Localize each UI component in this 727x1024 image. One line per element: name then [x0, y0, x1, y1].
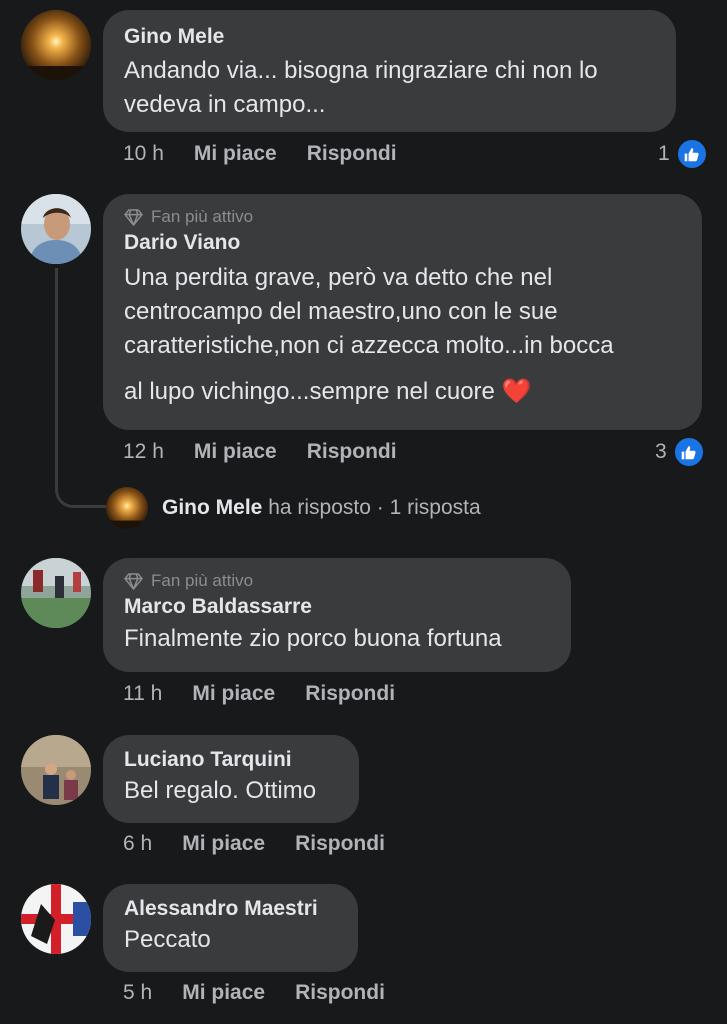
comment-bubble: Luciano Tarquini Bel regalo. Ottimo: [103, 735, 359, 823]
comment-time[interactable]: 12 h: [123, 440, 164, 464]
comment-actions: 10 h Mi piace Rispondi: [123, 139, 397, 169]
comment-bubble: Gino Mele Andando via... bisogna ringraz…: [103, 10, 676, 132]
reaction-number: 3: [655, 440, 667, 463]
reply-count: 1 risposta: [389, 496, 481, 519]
like-reaction-icon: [675, 138, 708, 170]
like-button[interactable]: Mi piace: [194, 440, 277, 464]
reaction-number: 1: [658, 142, 670, 165]
group-avatar-icon: [21, 735, 91, 805]
reply-author: Gino Mele: [162, 496, 263, 519]
badge-label: Fan più attivo: [151, 571, 254, 590]
like-button[interactable]: Mi piace: [182, 981, 265, 1005]
comment-line-text: al lupo vichingo...sempre nel cuore: [124, 378, 495, 405]
comment-line: Andando via... bisogna ringraziare chi n…: [124, 57, 598, 84]
comment-line: Bel regalo. Ottimo: [124, 777, 317, 804]
like-button[interactable]: Mi piace: [192, 682, 275, 706]
comment-actions: 5 h Mi piace Rispondi: [123, 978, 385, 1008]
diamond-icon: [124, 573, 143, 590]
comment-actions: 12 h Mi piace Rispondi: [123, 437, 397, 467]
comment-time[interactable]: 5 h: [123, 981, 152, 1005]
comment-line: vedeva in campo...: [124, 91, 326, 118]
reply-button[interactable]: Rispondi: [307, 142, 397, 166]
top-fan-badge: Fan più attivo: [124, 206, 682, 228]
comment-line: Una perdita grave, però va detto che nel: [124, 264, 553, 291]
avatar[interactable]: [21, 10, 91, 80]
reply-action: ha risposto: [268, 496, 371, 519]
reply-button[interactable]: Rispondi: [295, 981, 385, 1005]
reply-summary: Gino Mele ha risposto · 1 risposta: [162, 496, 481, 520]
commenter-name[interactable]: Marco Baldassarre: [124, 594, 551, 620]
diamond-icon: [124, 209, 143, 226]
flag-avatar-icon: [21, 884, 91, 954]
comment-text: Finalmente zio porco buona fortuna: [124, 622, 551, 656]
reply-button[interactable]: Rispondi: [307, 440, 397, 464]
avatar[interactable]: [21, 194, 91, 264]
comment-text: Bel regalo. Ottimo: [124, 774, 339, 808]
sunset-avatar-icon: [21, 10, 91, 80]
badge-label: Fan più attivo: [151, 207, 254, 226]
comment-line: Finalmente zio porco buona fortuna: [124, 625, 502, 652]
commenter-name[interactable]: Gino Mele: [124, 24, 656, 50]
like-button[interactable]: Mi piace: [182, 832, 265, 856]
heart-emoji: ❤️: [501, 378, 532, 405]
comment-time[interactable]: 10 h: [123, 142, 164, 166]
comment-line: Peccato: [124, 926, 211, 953]
top-fan-badge: Fan più attivo: [124, 570, 551, 592]
person-avatar-icon: [21, 194, 91, 264]
comment-text: Una perdita grave, però va detto che nel…: [124, 261, 682, 409]
comment-time[interactable]: 11 h: [123, 682, 162, 706]
commenter-name[interactable]: Luciano Tarquini: [124, 747, 339, 773]
reply-button[interactable]: Rispondi: [295, 832, 385, 856]
comment-bubble: Fan più attivo Marco Baldassarre Finalme…: [103, 558, 571, 672]
comment-line: al lupo vichingo...sempre nel cuore ❤️: [124, 375, 682, 409]
soccer-avatar-icon: [21, 558, 91, 628]
reaction-count[interactable]: 1: [658, 138, 708, 170]
like-reaction-icon: [672, 436, 705, 468]
reaction-count[interactable]: 3: [655, 436, 705, 468]
reply-separator: ·: [376, 496, 384, 519]
comment-bubble: Alessandro Maestri Peccato: [103, 884, 358, 972]
comment-line: centrocampo del maestro,uno con le sue: [124, 298, 558, 325]
avatar[interactable]: [21, 884, 91, 954]
view-replies-link[interactable]: Gino Mele ha risposto · 1 risposta: [106, 487, 481, 529]
commenter-name[interactable]: Alessandro Maestri: [124, 896, 338, 922]
reply-button[interactable]: Rispondi: [305, 682, 395, 706]
comment-actions: 6 h Mi piace Rispondi: [123, 829, 385, 859]
comment-bubble: Fan più attivo Dario Viano Una perdita g…: [103, 194, 702, 430]
comment-time[interactable]: 6 h: [123, 832, 152, 856]
reply-avatar: [106, 487, 148, 529]
comment-text: Peccato: [124, 923, 338, 957]
comment-actions: 11 h Mi piace Rispondi: [123, 679, 395, 709]
avatar[interactable]: [21, 735, 91, 805]
sunset-avatar-icon: [106, 487, 148, 529]
commenter-name[interactable]: Dario Viano: [124, 230, 682, 256]
thread-connector: [55, 268, 107, 508]
comment-line: caratteristiche,non ci azzecca molto...i…: [124, 332, 614, 359]
comment-text: Andando via... bisogna ringraziare chi n…: [124, 54, 656, 122]
like-button[interactable]: Mi piace: [194, 142, 277, 166]
avatar[interactable]: [21, 558, 91, 628]
